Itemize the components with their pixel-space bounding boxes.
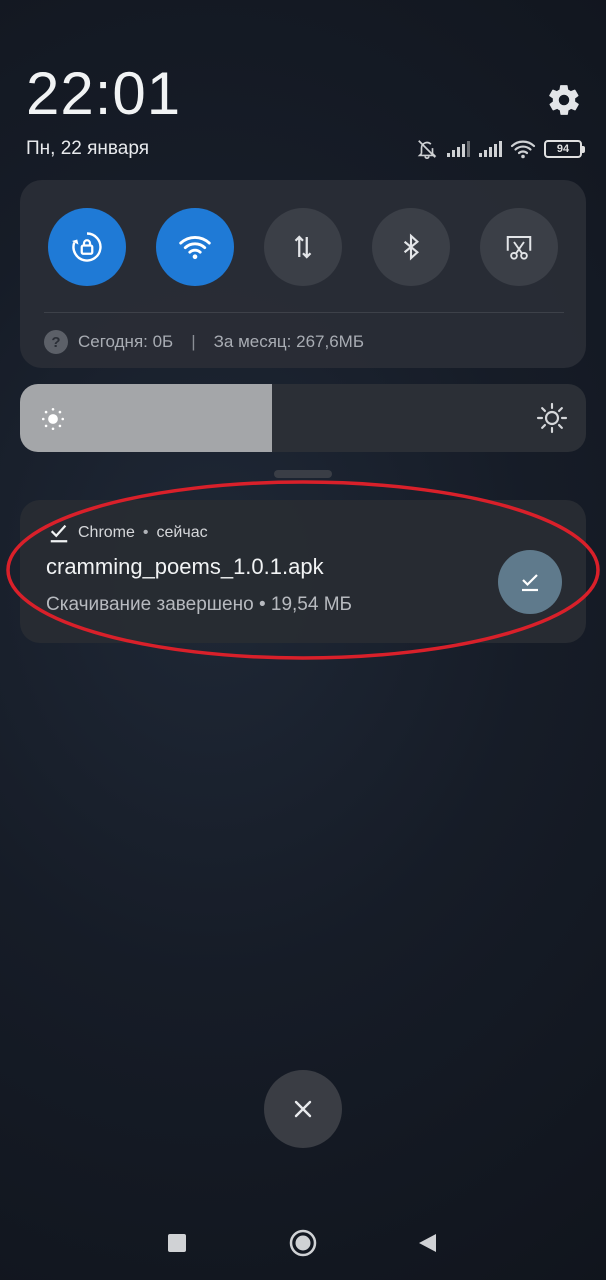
brightness-high-icon (536, 402, 568, 434)
back-triangle-icon[interactable] (416, 1232, 438, 1254)
battery-icon: 94 (544, 140, 585, 158)
notification-text: Скачивание завершено • 19,54 МБ (46, 594, 353, 615)
notification-header: Chrome • сейчас (48, 522, 208, 544)
notification-time: сейчас (156, 524, 208, 541)
notification-dot: • (142, 524, 149, 541)
tile-auto-rotate[interactable] (48, 208, 126, 286)
data-usage-row[interactable]: ? Сегодня: 0Б | За месяц: 267,6МБ (44, 330, 364, 354)
close-button[interactable] (264, 1070, 342, 1148)
signal-bars-icon (447, 141, 470, 157)
brightness-low-icon (41, 407, 65, 431)
rotate-lock-icon (72, 232, 102, 262)
clock-time[interactable]: 22:01 (26, 58, 181, 130)
data-usage-today: Сегодня: 0Б (78, 332, 174, 351)
qs-divider (44, 312, 564, 313)
tile-mobile-data[interactable] (264, 208, 342, 286)
tile-screenshot[interactable] (480, 208, 558, 286)
quick-settings-panel: ? Сегодня: 0Б | За месяц: 267,6МБ (20, 180, 586, 368)
screenshot-scissors-icon (506, 236, 532, 260)
download-done-icon (50, 524, 68, 543)
date-label: Пн, 22 января (26, 138, 149, 159)
download-notification[interactable]: Chrome • сейчас cramming_poems_1.0.1.apk… (20, 500, 586, 643)
notification-title: cramming_poems_1.0.1.apk (46, 554, 324, 579)
data-usage-separator: | (191, 332, 196, 351)
wifi-icon (179, 236, 211, 260)
tile-bluetooth[interactable] (372, 208, 450, 286)
bluetooth-icon (403, 233, 420, 261)
download-done-icon (522, 574, 538, 592)
status-icons: 94 (416, 136, 585, 162)
drag-handle[interactable] (274, 470, 332, 478)
battery-level: 94 (556, 143, 570, 155)
brightness-slider[interactable] (20, 384, 586, 452)
signal-bars-icon (479, 141, 502, 157)
tile-wifi[interactable] (156, 208, 234, 286)
alarm-off-bell-icon (417, 140, 437, 159)
notification-action-button[interactable] (498, 550, 562, 614)
recents-square-icon[interactable] (168, 1234, 186, 1252)
data-usage-month: За месяц: 267,6МБ (213, 332, 364, 351)
close-icon (294, 1100, 312, 1118)
help-circle-icon: ? (44, 330, 68, 354)
wifi-icon (510, 140, 536, 159)
home-circle-icon[interactable] (289, 1229, 317, 1257)
notification-app-name: Chrome (78, 524, 135, 541)
settings-gear-icon[interactable] (546, 82, 582, 118)
data-transfer-arrows-icon (294, 235, 312, 259)
